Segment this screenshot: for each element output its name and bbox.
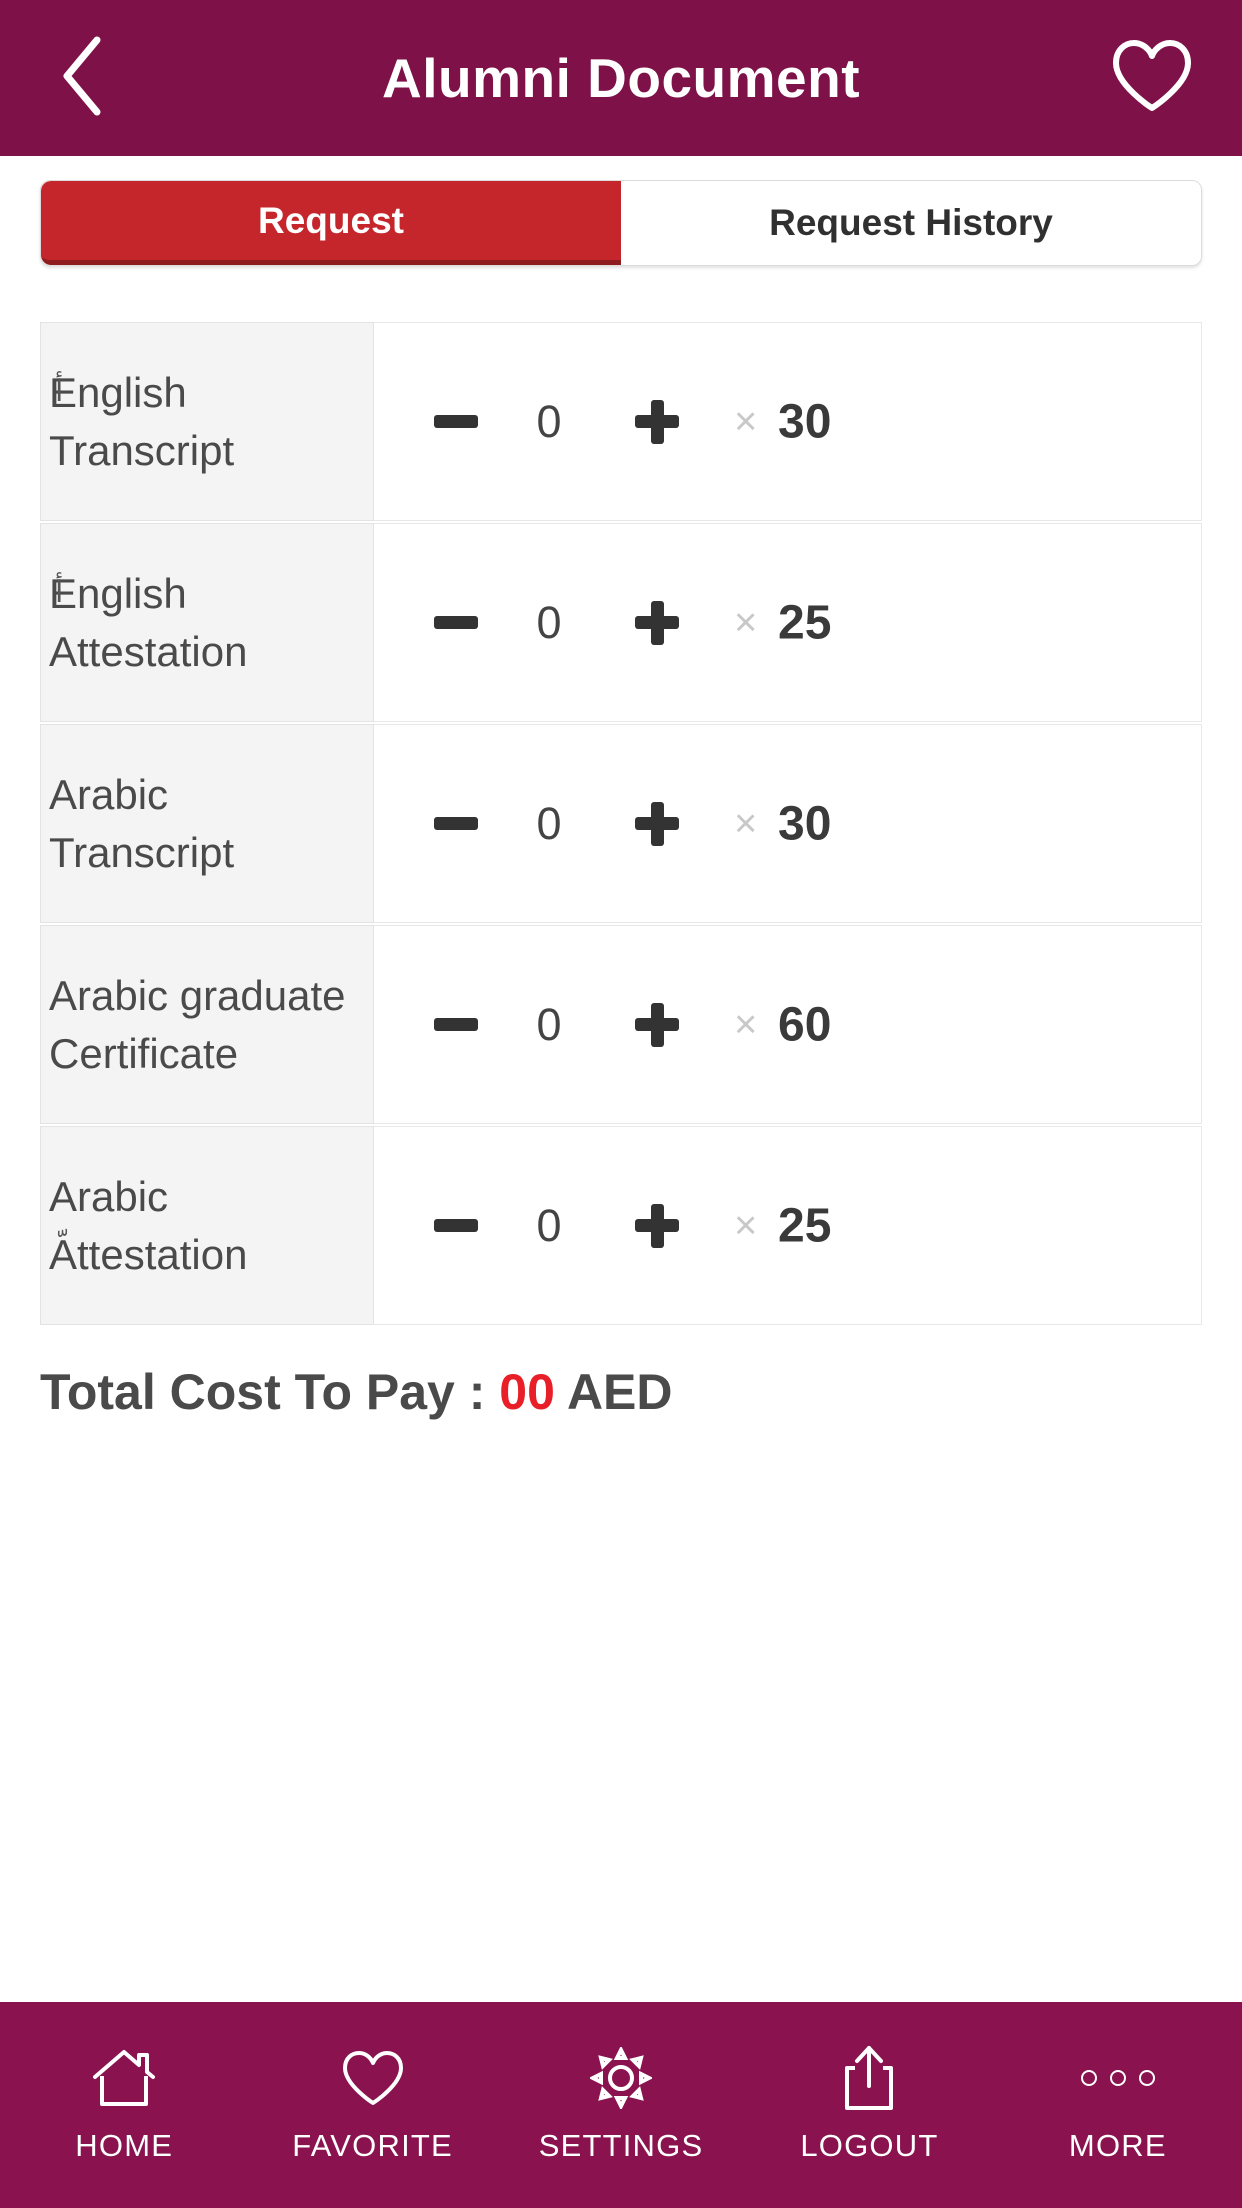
quantity-value: 0 (536, 395, 562, 447)
tab-bar: Request Request History (0, 156, 1242, 266)
multiply-symbol: × (734, 801, 758, 845)
decrement-button[interactable] (421, 588, 491, 658)
document-name-cell: أ English Transcript (40, 322, 374, 521)
document-name-line1: English (49, 368, 187, 416)
bottom-navigation-bar: HOME FAVORITE SETTINGS LOGOUT MORE (0, 2002, 1242, 2208)
document-name-line1: Arabic (49, 1172, 169, 1220)
quantity-value: 0 (536, 998, 562, 1050)
increment-button[interactable] (622, 990, 692, 1060)
tab-request[interactable]: Request (41, 181, 621, 265)
gear-icon (590, 2046, 653, 2110)
decrement-button[interactable] (421, 990, 491, 1060)
unit-price: 30 (778, 797, 832, 850)
decrement-button[interactable] (421, 789, 491, 859)
unit-price: 25 (778, 1199, 832, 1252)
minus-icon (434, 415, 478, 428)
unit-price: 30 (778, 395, 832, 448)
back-button[interactable] (26, 0, 136, 156)
home-icon (91, 2046, 157, 2110)
table-row: أ English Attestation 0 × 25 (40, 523, 1202, 722)
nav-item-favorite[interactable]: FAVORITE (248, 2046, 496, 2164)
total-cost-currency: AED (554, 1364, 673, 1420)
nav-label-more: MORE (1068, 2128, 1167, 2163)
document-table: أ English Transcript 0 × 30 أ English At… (0, 266, 1242, 1327)
quantity-stepper: 0 × 30 (374, 322, 1202, 521)
quantity-value: 0 (536, 1199, 562, 1251)
table-row: Arabic Transcript 0 × 30 (40, 724, 1202, 923)
quantity-value: 0 (536, 797, 562, 849)
total-cost-label: Total Cost To Pay : (40, 1364, 500, 1420)
plus-icon-vertical (650, 600, 664, 645)
document-name-line1: English (49, 569, 187, 617)
nav-label-logout: LOGOUT (800, 2128, 939, 2163)
increment-button[interactable] (622, 588, 692, 658)
document-name-line2: Certificate (49, 1029, 239, 1077)
plus-icon-vertical (650, 399, 664, 444)
unit-price: 60 (778, 998, 832, 1051)
total-cost-row: Total Cost To Pay : 00 AED (0, 1327, 1242, 1421)
decrement-button[interactable] (421, 1191, 491, 1261)
unit-price: 25 (778, 596, 832, 649)
quantity-stepper: 0 × 60 (374, 925, 1202, 1124)
nav-label-settings: SETTINGS (538, 2128, 704, 2163)
app-screen: Alumni Document Request Request History … (0, 0, 1242, 2208)
increment-button[interactable] (622, 387, 692, 457)
multiply-symbol: × (734, 1203, 758, 1247)
plus-icon-vertical (650, 1002, 664, 1047)
document-name-line1: Arabic graduate (49, 971, 346, 1019)
increment-button[interactable] (622, 1191, 692, 1261)
document-name-line2: Attestation (49, 627, 248, 675)
favorite-button[interactable] (1092, 0, 1212, 156)
tab-request-history-label: Request History (769, 202, 1053, 243)
tab-request-history[interactable]: Request History (621, 181, 1201, 265)
diacritic-mark: أ (55, 576, 64, 609)
multiply-symbol: × (734, 1002, 758, 1046)
heart-outline-icon (341, 2046, 405, 2110)
quantity-stepper: 0 × 25 (374, 1126, 1202, 1325)
heart-outline-icon (1110, 38, 1194, 119)
multiply-symbol: × (734, 399, 758, 443)
quantity-stepper: 0 × 25 (374, 523, 1202, 722)
table-row: Arabic graduate Certificate 0 × 60 (40, 925, 1202, 1124)
document-name-line2: Transcript (49, 426, 235, 474)
chevron-left-icon (55, 34, 107, 123)
minus-icon (434, 616, 478, 629)
minus-icon (434, 817, 478, 830)
tab-request-label: Request (258, 199, 404, 241)
quantity-stepper: 0 × 30 (374, 724, 1202, 923)
plus-icon-vertical (650, 1203, 664, 1248)
document-name-cell: Arabic graduate Certificate (40, 925, 374, 1124)
table-row: أ English Transcript 0 × 30 (40, 322, 1202, 521)
document-name-line2: Attestation (49, 1230, 248, 1278)
diacritic-mark: أ (55, 375, 64, 408)
nav-item-settings[interactable]: SETTINGS (497, 2046, 745, 2164)
minus-icon (434, 1018, 478, 1031)
share-export-icon (842, 2046, 896, 2110)
minus-icon (434, 1219, 478, 1232)
quantity-value: 0 (536, 596, 562, 648)
document-name-cell: ّ Arabic Attestation (40, 1126, 374, 1325)
table-row: ّ Arabic Attestation 0 × 25 (40, 1126, 1202, 1325)
document-name-cell: أ English Attestation (40, 523, 374, 722)
total-cost-amount: 00 (499, 1364, 555, 1420)
nav-item-logout[interactable]: LOGOUT (745, 2046, 993, 2164)
nav-label-home: HOME (75, 2128, 174, 2163)
page-title: Alumni Document (381, 47, 861, 109)
decrement-button[interactable] (421, 387, 491, 457)
document-name-cell: Arabic Transcript (40, 724, 374, 923)
app-header: Alumni Document (0, 0, 1242, 156)
plus-icon-vertical (650, 801, 664, 846)
multiply-symbol: × (734, 600, 758, 644)
nav-item-home[interactable]: HOME (0, 2046, 248, 2164)
increment-button[interactable] (622, 789, 692, 859)
nav-item-more[interactable]: MORE (994, 2046, 1242, 2164)
nav-label-favorite: FAVORITE (292, 2128, 453, 2163)
document-name-line1: Arabic (49, 770, 169, 818)
document-name-line2: Transcript (49, 828, 235, 876)
ellipsis-icon (1080, 2046, 1155, 2110)
